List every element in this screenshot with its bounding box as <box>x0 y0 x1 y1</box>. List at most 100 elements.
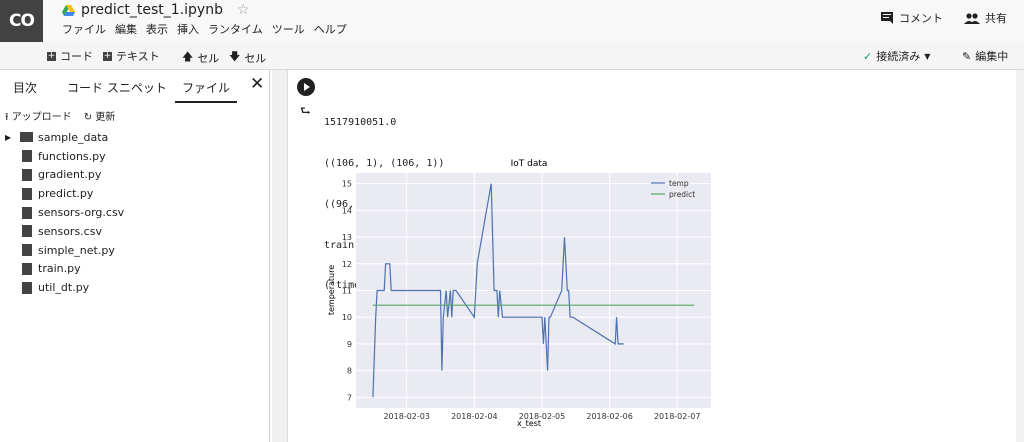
menu-bar: ファイル 編集 表示 挿入 ランタイム ツール ヘルプ <box>62 21 356 37</box>
output-icon[interactable]: ⮑ <box>300 102 311 123</box>
title-row: predict_test_1.ipynb ☆ <box>62 0 250 20</box>
x-axis-label: x_test <box>517 419 541 428</box>
move-cell-up-button[interactable]: 🡅 セル <box>182 48 219 67</box>
y-tick-label: 8 <box>347 367 352 376</box>
y-tick-label: 9 <box>347 340 352 349</box>
tab-files[interactable]: ファイル <box>175 79 237 103</box>
file-name: util_dt.py <box>38 281 90 295</box>
add-text-label: テキスト <box>116 50 160 63</box>
x-tick-label: 2018-02-06 <box>586 412 633 421</box>
scrollbar[interactable] <box>1016 70 1024 442</box>
sidebar-tabs: 目次 コード スニペット ファイル ✕ <box>0 70 269 103</box>
list-item[interactable]: util_dt.py <box>0 278 268 297</box>
comment-icon <box>881 12 893 24</box>
close-icon[interactable]: ✕ <box>250 74 264 94</box>
file-icon <box>22 262 32 275</box>
list-item[interactable]: functions.py <box>0 147 268 166</box>
file-icon <box>22 206 32 219</box>
editing-label: 編集中 <box>975 50 1009 63</box>
x-tick-label: 2018-02-03 <box>383 412 430 421</box>
refresh-icon: ↻ <box>83 112 96 123</box>
add-text-button[interactable]: + テキスト <box>103 48 160 64</box>
y-tick-label: 14 <box>342 206 352 215</box>
tab-toc[interactable]: 目次 <box>13 79 37 96</box>
share-label: 共有 <box>985 12 1007 25</box>
pencil-icon: ✎ <box>962 49 972 63</box>
code-cell: ⮑ 1517910051.0 ((106, 1), (106, 1)) ((96… <box>292 70 1024 442</box>
y-tick-label: 10 <box>342 313 352 322</box>
upload-icon: ⭱ <box>5 112 12 123</box>
y-tick-label: 13 <box>342 233 352 242</box>
colab-logo[interactable]: CO <box>0 0 43 42</box>
menu-edit[interactable]: 編集 <box>115 21 137 37</box>
sidebar: 目次 コード スニペット ファイル ✕ ⭱ アップロード ↻ 更新 ▶ sampl… <box>0 70 270 442</box>
y-tick-label: 7 <box>347 393 352 402</box>
file-name: gradient.py <box>38 168 102 182</box>
move-cell-down-button[interactable]: 🡇 セル <box>229 48 266 67</box>
list-item[interactable]: train.py <box>0 260 268 279</box>
dropdown-icon: ▼ <box>924 51 931 61</box>
sidebar-resize-handle[interactable] <box>272 70 288 442</box>
run-cell-button[interactable] <box>297 78 315 96</box>
upload-label: アップロード <box>11 112 72 123</box>
list-item[interactable]: ▶ sample_data <box>0 128 268 147</box>
x-tick-label: 2018-02-04 <box>451 412 498 421</box>
file-icon <box>22 168 32 181</box>
file-actions: ⭱ アップロード ↻ 更新 <box>5 108 115 127</box>
file-name: simple_net.py <box>38 243 115 257</box>
arrow-up-icon: 🡅 <box>182 50 194 63</box>
menu-runtime[interactable]: ランタイム <box>208 21 263 37</box>
comment-label: コメント <box>899 12 943 25</box>
list-item[interactable]: simple_net.py <box>0 241 268 260</box>
file-name: sensors-org.csv <box>38 206 125 220</box>
editing-mode-button[interactable]: ✎ 編集中 <box>962 48 1008 64</box>
plus-icon: + <box>103 50 112 61</box>
y-tick-label: 12 <box>342 260 352 269</box>
menu-insert[interactable]: 挿入 <box>177 21 199 37</box>
check-icon: ✓ <box>863 49 873 63</box>
menu-tools[interactable]: ツール <box>272 21 305 37</box>
list-item[interactable]: sensors.csv <box>0 222 268 241</box>
runtime-status-button[interactable]: ✓ 接続済み ▼ <box>863 48 930 64</box>
legend-label: predict <box>669 190 695 199</box>
menu-file[interactable]: ファイル <box>62 21 106 37</box>
expand-arrow-icon[interactable]: ▶ <box>5 133 11 142</box>
y-tick-label: 11 <box>342 287 352 296</box>
file-name: sensors.csv <box>38 224 102 238</box>
cell-down-label: セル <box>244 51 267 65</box>
refresh-label: 更新 <box>95 112 116 123</box>
file-name: functions.py <box>38 149 106 163</box>
folder-icon <box>20 132 33 142</box>
output-line: 1517910051.0 <box>324 117 397 129</box>
star-icon[interactable]: ☆ <box>237 2 250 18</box>
refresh-button[interactable]: ↻ 更新 <box>84 108 116 127</box>
app-header: CO predict_test_1.ipynb ☆ ファイル 編集 表示 挿入 … <box>0 0 1024 42</box>
plus-icon: + <box>47 50 56 61</box>
cell-up-label: セル <box>197 51 220 65</box>
comment-button[interactable]: コメント <box>881 10 943 26</box>
tab-code-snippets[interactable]: コード スニペット <box>67 79 167 96</box>
menu-view[interactable]: 表示 <box>146 21 168 37</box>
share-button[interactable]: 共有 <box>964 10 1007 26</box>
chart-title: IoT data <box>511 159 548 169</box>
add-code-label: コード <box>60 50 93 63</box>
file-name: sample_data <box>38 130 109 144</box>
x-tick-label: 2018-02-07 <box>654 412 701 421</box>
upload-button[interactable]: ⭱ アップロード <box>5 108 72 127</box>
list-item[interactable]: predict.py <box>0 184 268 203</box>
chart: IoT data 7 8 9 10 11 12 13 14 15 2018-02-03 2018-0… <box>327 159 711 428</box>
legend-label: temp <box>669 179 689 188</box>
y-axis-label: temperature <box>327 265 336 315</box>
arrow-down-icon: 🡇 <box>229 50 241 63</box>
file-name: train.py <box>38 262 81 276</box>
file-name: predict.py <box>38 187 94 201</box>
menu-help[interactable]: ヘルプ <box>314 21 347 37</box>
add-code-button[interactable]: + コード <box>47 48 93 64</box>
list-item[interactable]: sensors-org.csv <box>0 203 268 222</box>
file-icon <box>22 187 32 200</box>
drive-icon <box>62 4 75 16</box>
people-icon <box>964 12 980 24</box>
file-icon <box>22 244 32 257</box>
notebook-title[interactable]: predict_test_1.ipynb <box>81 2 223 18</box>
list-item[interactable]: gradient.py <box>0 166 268 185</box>
